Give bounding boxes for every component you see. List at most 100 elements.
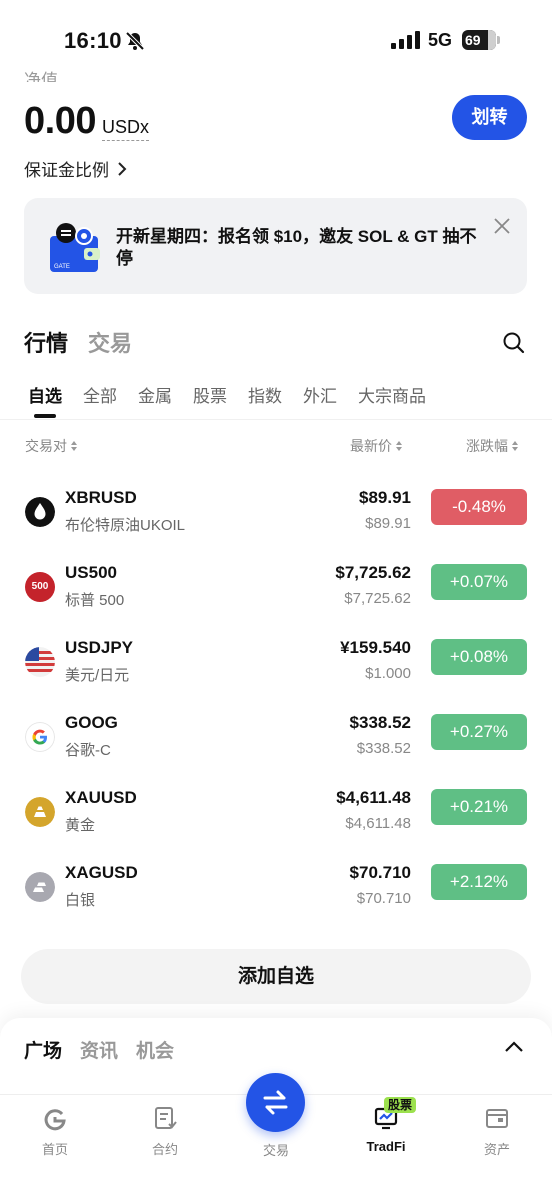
- category-tab-indices[interactable]: 指数: [248, 382, 282, 407]
- sort-change-header[interactable]: 涨跌幅: [466, 436, 519, 456]
- promo-banner[interactable]: GATE 开新星期四：报名领 $10，邀友 SOL & GT 抽不停: [24, 198, 527, 294]
- tradfi-stock-badge: 股票: [384, 1097, 417, 1113]
- row-price-usd: $70.710: [356, 890, 411, 907]
- sort-pair-header[interactable]: 交易对: [25, 436, 78, 456]
- nav-trade-label: 交易: [262, 1143, 289, 1158]
- change-badge[interactable]: -0.48%: [431, 489, 527, 525]
- home-icon: [44, 1109, 66, 1131]
- sort-price-header[interactable]: 最新价: [350, 436, 403, 456]
- row-symbol: XBRUSD: [65, 488, 137, 507]
- banner-text: 开新星期四：报名领 $10，邀友 SOL & GT 抽不停: [116, 227, 477, 268]
- transfer-button[interactable]: 划转: [452, 95, 527, 140]
- row-name: 白银: [65, 892, 96, 909]
- gold-bar-icon: [25, 797, 55, 827]
- change-badge[interactable]: +0.21%: [431, 789, 527, 825]
- active-tab-indicator: [34, 414, 56, 418]
- contract-icon: [155, 1107, 177, 1129]
- change-badge[interactable]: +2.12%: [431, 864, 527, 900]
- us-flag-icon: [25, 647, 55, 677]
- row-price-usd: $4,611.48: [345, 815, 411, 832]
- category-tab-stocks[interactable]: 股票: [193, 382, 227, 407]
- row-price: $7,725.62: [335, 563, 411, 582]
- sort-icon: [396, 441, 402, 451]
- category-tab-all[interactable]: 全部: [83, 382, 117, 407]
- nav-assets[interactable]: 资产: [457, 1105, 537, 1158]
- chevron-up-icon[interactable]: [504, 1040, 524, 1054]
- sort-icon: [71, 441, 77, 451]
- category-tab-watchlist[interactable]: 自选: [28, 382, 62, 407]
- close-icon[interactable]: [492, 216, 512, 236]
- signal-icon: [391, 31, 420, 49]
- category-tabs: 自选 全部 金属 股票 指数 外汇 大宗商品: [28, 382, 426, 407]
- tab-trade[interactable]: 交易: [88, 326, 132, 358]
- margin-ratio-label: 保证金比例: [24, 161, 109, 180]
- section-tabs: 行情 交易: [24, 326, 132, 358]
- swap-icon: [263, 1090, 288, 1115]
- market-row-xauusd[interactable]: XAUUSD 黄金 $4,611.48 $4,611.48 +0.21%: [0, 787, 552, 862]
- row-price: $70.710: [349, 863, 411, 882]
- balance-amount: 0.00: [24, 100, 96, 142]
- tab-opportunities[interactable]: 机会: [136, 1036, 174, 1063]
- row-price-usd: $7,725.62: [344, 590, 411, 607]
- status-bar: 16:10 5G 69: [0, 0, 552, 70]
- category-tab-forex[interactable]: 外汇: [303, 382, 337, 407]
- google-icon: [25, 722, 55, 752]
- silver-bar-icon: [25, 872, 55, 902]
- chevron-right-icon: [118, 161, 127, 176]
- market-row-xagusd[interactable]: XAGUSD 白银 $70.710 $70.710 +2.12%: [0, 862, 552, 937]
- row-name: 布伦特原油UKOIL: [65, 517, 186, 534]
- change-badge[interactable]: +0.07%: [431, 564, 527, 600]
- gate-wallet-icon: GATE: [50, 223, 100, 272]
- tab-market[interactable]: 行情: [24, 326, 68, 358]
- row-name: 美元/日元: [65, 667, 130, 684]
- row-price-usd: $1.000: [365, 665, 411, 682]
- tab-news[interactable]: 资讯: [80, 1036, 118, 1063]
- battery-level: 69: [465, 32, 481, 48]
- row-symbol: USDJPY: [65, 638, 134, 657]
- status-time: 16:10: [64, 28, 122, 53]
- market-row-goog[interactable]: GOOG 谷歌-C $338.52 $338.52 +0.27%: [0, 712, 552, 787]
- row-price-usd: $89.91: [365, 515, 411, 532]
- category-tab-commodities[interactable]: 大宗商品: [358, 382, 426, 407]
- banner-illustration-label: GATE: [54, 264, 70, 270]
- market-row-usdjpy[interactable]: USDJPY 美元/日元 ¥159.540 $1.000 +0.08%: [0, 637, 552, 712]
- balance-unit[interactable]: USDx: [101, 117, 149, 141]
- row-price: $89.91: [359, 488, 411, 507]
- row-symbol: XAGUSD: [65, 863, 138, 882]
- category-tab-metals[interactable]: 金属: [138, 382, 172, 407]
- nav-assets-label: 资产: [483, 1142, 510, 1157]
- row-symbol: GOOG: [65, 713, 118, 732]
- row-price: $4,611.48: [336, 788, 411, 807]
- change-badge[interactable]: +0.27%: [431, 714, 527, 750]
- row-price: ¥159.540: [340, 638, 411, 657]
- nav-home[interactable]: 首页: [15, 1105, 95, 1158]
- change-badge[interactable]: +0.08%: [431, 639, 527, 675]
- row-symbol: XAUUSD: [65, 788, 137, 807]
- row-price-usd: $338.52: [356, 740, 411, 757]
- battery-icon: 69: [462, 30, 496, 50]
- balance: 0.00 USDx: [24, 100, 149, 143]
- trade-button[interactable]: [246, 1073, 305, 1132]
- row-name: 黄金: [65, 817, 96, 834]
- sheet-tabs: 广场 资讯 机会: [24, 1036, 174, 1063]
- nav-contract-label: 合约: [151, 1142, 178, 1157]
- market-row-xbrusd[interactable]: XBRUSD 布伦特原油UKOIL $89.91 $89.91 -0.48%: [0, 487, 552, 562]
- row-name: 谷歌-C: [65, 742, 111, 759]
- nav-contract[interactable]: 合约: [125, 1105, 205, 1158]
- search-icon[interactable]: [502, 331, 526, 355]
- assets-icon: [486, 1109, 508, 1128]
- oil-drop-icon: [25, 497, 55, 527]
- row-name: 标普 500: [65, 592, 125, 609]
- market-row-us500[interactable]: 500 US500 标普 500 $7,725.62 $7,725.62 +0.…: [0, 562, 552, 637]
- nav-home-label: 首页: [41, 1142, 68, 1157]
- sp500-icon: 500: [25, 572, 55, 602]
- row-price: $338.52: [349, 713, 411, 732]
- tab-square[interactable]: 广场: [24, 1036, 62, 1063]
- sort-icon: [512, 441, 518, 451]
- net-value-label: 净值: [24, 71, 58, 82]
- divider: [0, 419, 552, 420]
- add-watchlist-button[interactable]: 添加自选: [21, 949, 531, 1004]
- row-symbol: US500: [65, 563, 117, 582]
- margin-ratio-link[interactable]: 保证金比例: [24, 156, 127, 181]
- nav-tradfi-label: TradFi: [366, 1139, 406, 1154]
